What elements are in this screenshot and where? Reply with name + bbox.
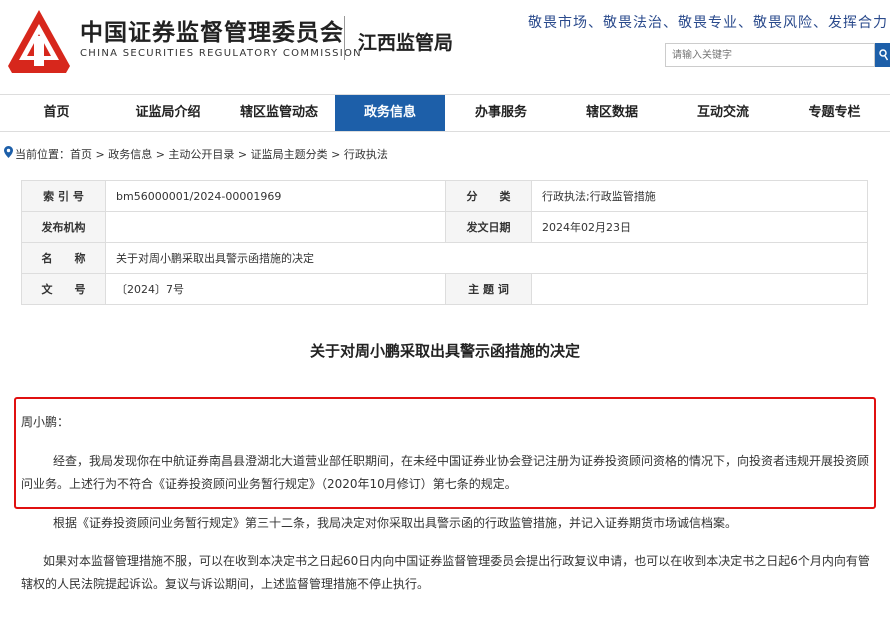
main-nav: 首页 证监局介绍 辖区监管动态 政务信息 办事服务 辖区数据 互动交流 专题专栏 [0, 94, 890, 132]
article-title: 关于对周小鹏采取出具警示函措施的决定 [309, 342, 580, 360]
nav-item-data[interactable]: 辖区数据 [557, 95, 667, 131]
article-paragraph-1: 经查，我局发现你在中航证券南昌县澄湖北大道营业部任职期间，在未经中国证券业协会登… [21, 454, 870, 491]
category-label: 分 类 [445, 180, 532, 212]
header-divider [344, 16, 345, 60]
category-value: 行政执法;行政监管措施 [531, 180, 868, 212]
nav-item-services[interactable]: 办事服务 [445, 95, 557, 131]
index-value: bm56000001/2024-00001969 [105, 180, 446, 212]
subject-value [531, 273, 868, 305]
org-name-cn: 中国证券监督管理委员会 [80, 20, 344, 46]
table-row: 文 号 〔2024〕7号 主 题 词 [21, 273, 868, 305]
location-pin-icon [4, 146, 13, 158]
table-row: 索 引 号 bm56000001/2024-00001969 分 类 行政执法;… [21, 180, 868, 212]
site-header: 中国证券监督管理委员会 CHINA SECURITIES REGULATORY … [0, 0, 890, 92]
index-label: 索 引 号 [21, 180, 106, 212]
article-paragraph-3: 如果对本监督管理措施不服，可以在收到本决定书之日起60日内向中国证券监督管理委员… [21, 554, 870, 591]
nav-item-special[interactable]: 专题专栏 [779, 95, 890, 131]
nav-item-gov-info[interactable]: 政务信息 [335, 95, 445, 131]
breadcrumb: 当前位置：首页 > 政务信息 > 主动公开目录 > 证监局主题分类 > 行政执法 [0, 144, 890, 164]
search-icon [879, 49, 888, 61]
search-input[interactable] [665, 43, 875, 67]
docno-label: 文 号 [21, 273, 106, 305]
csrc-logo-icon[interactable] [4, 6, 74, 76]
table-row: 名 称 关于对周小鹏采取出具警示函措施的决定 [21, 242, 868, 274]
slogan: 敬畏市场、敬畏法治、敬畏专业、敬畏风险、发挥合力 [528, 15, 888, 31]
name-value: 关于对周小鹏采取出具警示函措施的决定 [105, 242, 868, 274]
name-label: 名 称 [21, 242, 106, 274]
issuer-value [105, 211, 446, 243]
date-label: 发文日期 [445, 211, 532, 243]
document-info-table: 索 引 号 bm56000001/2024-00001969 分 类 行政执法;… [21, 180, 868, 305]
date-value: 2024年02月23日 [531, 211, 868, 243]
nav-item-about[interactable]: 证监局介绍 [113, 95, 223, 131]
nav-item-home[interactable]: 首页 [0, 95, 113, 131]
subject-label: 主 题 词 [445, 273, 532, 305]
docno-value: 〔2024〕7号 [105, 273, 446, 305]
search-button[interactable] [875, 43, 890, 67]
table-row: 发布机构 发文日期 2024年02月23日 [21, 211, 868, 243]
nav-item-interaction[interactable]: 互动交流 [667, 95, 779, 131]
breadcrumb-text[interactable]: 当前位置：首页 > 政务信息 > 主动公开目录 > 证监局主题分类 > 行政执法 [15, 146, 388, 162]
salutation: 周小鹏： [21, 415, 70, 429]
bureau-name[interactable]: 江西监管局 [358, 28, 453, 55]
nav-item-regulation-news[interactable]: 辖区监管动态 [223, 95, 335, 131]
issuer-label: 发布机构 [21, 211, 106, 243]
article-paragraph-2: 根据《证券投资顾问业务暂行规定》第三十二条，我局决定对你采取出具警示函的行政监管… [53, 516, 738, 530]
org-name-en: CHINA SECURITIES REGULATORY COMMISSION [80, 48, 362, 59]
